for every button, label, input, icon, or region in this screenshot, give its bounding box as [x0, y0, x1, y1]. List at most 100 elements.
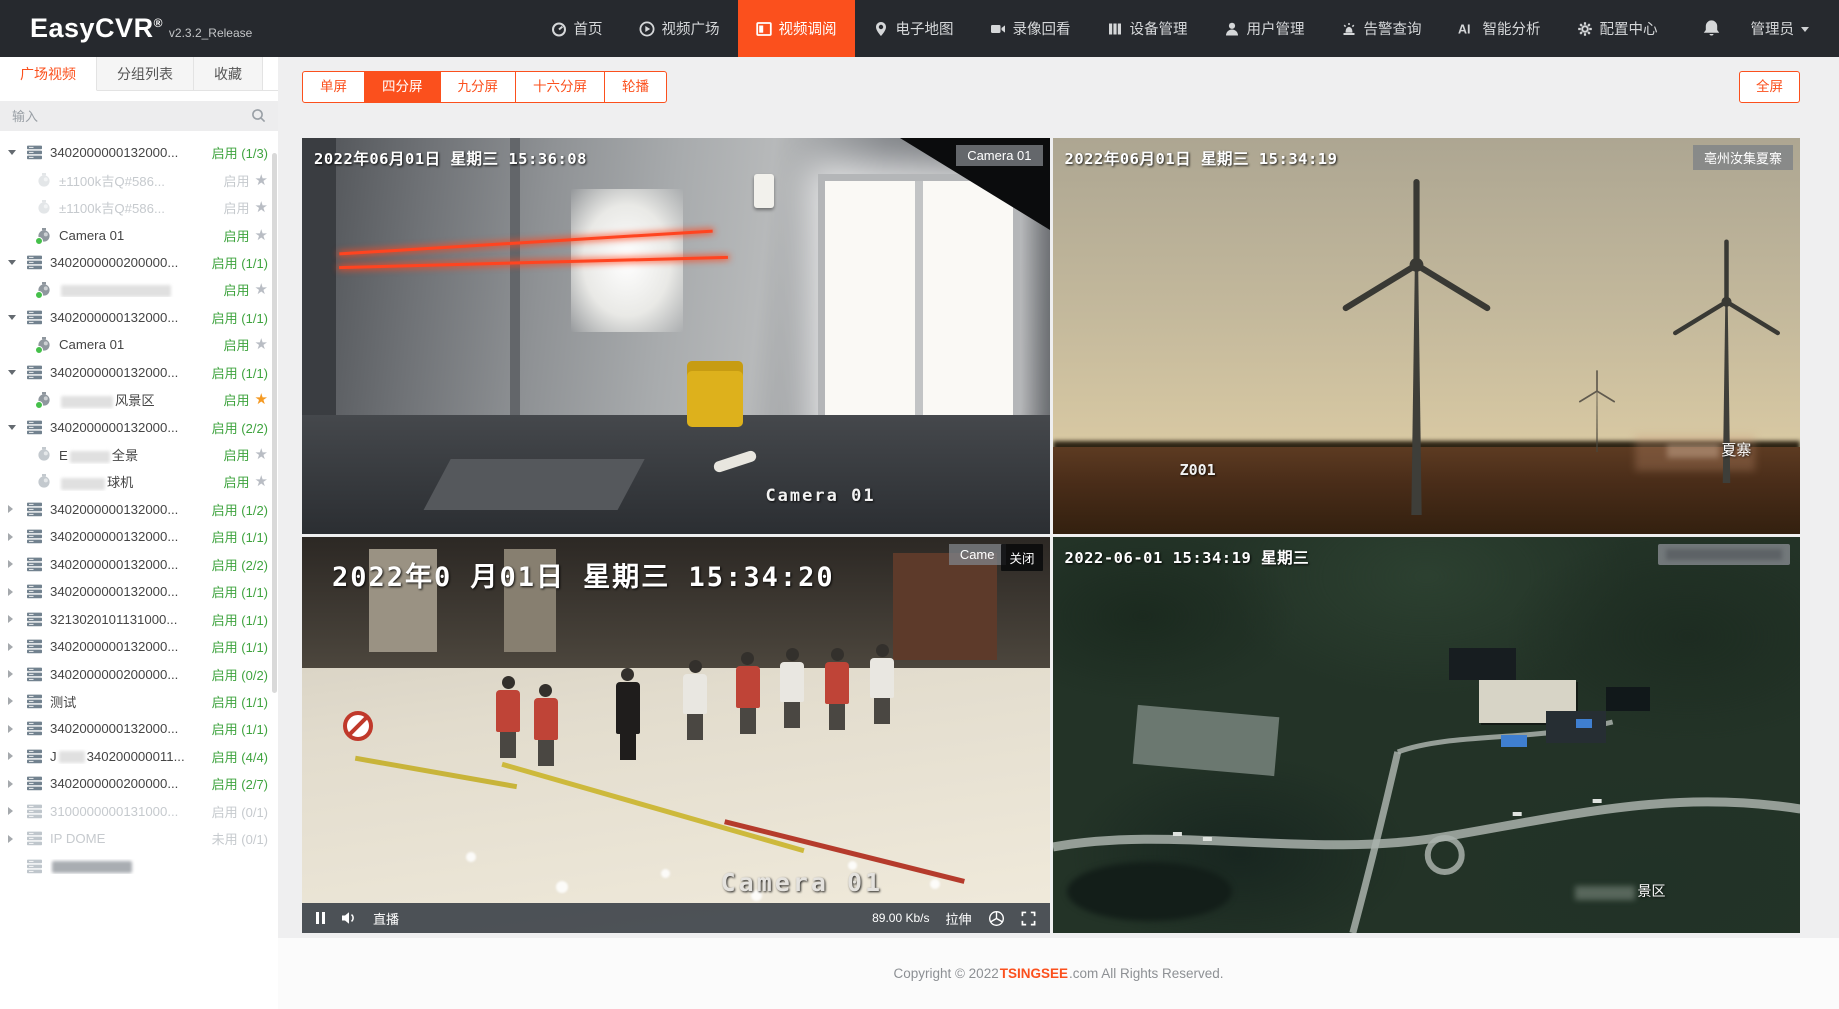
nav-item-playback[interactable]: 录像回看 [972, 0, 1089, 57]
expand-arrow-icon[interactable] [8, 697, 26, 705]
favorite-star-icon[interactable]: ★ [255, 474, 268, 489]
tree-camera-row[interactable]: 风景区启用★ [0, 386, 278, 413]
collapse-arrow-icon[interactable] [8, 150, 26, 155]
snapshot-icon[interactable] [988, 910, 1005, 927]
tree-camera-row[interactable]: Camera 01启用★ [0, 221, 278, 248]
expand-arrow-icon[interactable] [8, 752, 26, 760]
nav-item-ai[interactable]: AI智能分析 [1440, 0, 1559, 57]
tree-device-row[interactable]: 3402000000132000...启用 (1/3) [0, 139, 278, 166]
expand-arrow-icon[interactable] [8, 725, 26, 733]
favorite-star-icon[interactable]: ★ [255, 282, 268, 297]
collapse-arrow-icon[interactable] [8, 370, 26, 375]
sidebar-scrollbar[interactable] [272, 153, 277, 693]
collapse-arrow-icon[interactable] [8, 260, 26, 265]
video-cell-2[interactable]: 2022年06月01日 星期三 15:34:19 亳州汝集夏寨 Z001 夏寨 [1053, 138, 1801, 534]
expand-arrow-icon[interactable] [8, 780, 26, 788]
tree-camera-row[interactable]: 启用★ [0, 276, 278, 303]
video-cell-1[interactable]: 2022年06月01日 星期三 15:36:08 Camera 01 Camer… [302, 138, 1050, 534]
nav-item-alarm[interactable]: 告警查询 [1323, 0, 1440, 57]
tree-device-row[interactable]: 3402000000132000...启用 (1/1) [0, 359, 278, 386]
enable-status: 启用 (2/2) [212, 418, 268, 437]
expand-arrow-icon[interactable] [8, 807, 26, 815]
scene-decoration [423, 459, 645, 510]
expand-arrow-icon[interactable] [8, 643, 26, 651]
tree-device-row[interactable]: 3402000000200000...启用 (2/7) [0, 770, 278, 797]
stretch-button[interactable]: 拉伸 [945, 909, 971, 928]
tree-camera-row[interactable]: 球机启用★ [0, 468, 278, 495]
close-stream-button[interactable]: 关闭 [1001, 544, 1042, 571]
tree-device-row[interactable]: 测试启用 (1/1) [0, 688, 278, 715]
search-icon[interactable] [251, 108, 266, 128]
expand-arrow-icon[interactable] [8, 835, 26, 843]
expand-arrow-icon[interactable] [8, 560, 26, 568]
redacted-watermark [1575, 886, 1635, 900]
expand-arrow-icon[interactable] [8, 670, 26, 678]
nav-item-monitor[interactable]: 视频调阅 [738, 0, 855, 57]
layout-button-2[interactable]: 九分屏 [440, 71, 517, 103]
nav-item-play[interactable]: 视频广场 [621, 0, 738, 57]
collapse-arrow-icon[interactable] [8, 315, 26, 320]
cell-fullscreen-icon[interactable] [1021, 911, 1036, 926]
tree-camera-row[interactable]: Camera 01启用★ [0, 331, 278, 358]
tree-camera-row[interactable]: ±1100k吉Q#586...启用★ [0, 166, 278, 193]
nav-item-pin[interactable]: 电子地图 [855, 0, 972, 57]
expand-arrow-icon[interactable] [8, 505, 26, 513]
tree-device-row[interactable]: 3402000000132000...启用 (1/2) [0, 496, 278, 523]
favorite-star-icon[interactable]: ★ [255, 392, 268, 407]
expand-arrow-icon[interactable] [8, 588, 26, 596]
user-menu[interactable]: 管理员 [1751, 18, 1839, 39]
tree-device-row[interactable]: 3402000000132000...启用 (1/1) [0, 715, 278, 742]
layout-button-1[interactable]: 四分屏 [364, 71, 441, 103]
nvr-device-icon [26, 420, 43, 435]
device-tree: 3402000000132000...启用 (1/3)±1100k吉Q#586.… [0, 139, 278, 880]
redacted-watermark [1667, 444, 1719, 458]
tree-device-row[interactable]: 3402000000132000...启用 (2/2) [0, 551, 278, 578]
tree-camera-row[interactable]: ±1100k吉Q#586...启用★ [0, 194, 278, 221]
search-input[interactable] [0, 101, 278, 131]
expand-arrow-icon[interactable] [8, 533, 26, 541]
layout-button-4[interactable]: 轮播 [604, 71, 667, 103]
tree-device-row[interactable]: 3402000000132000...启用 (1/1) [0, 578, 278, 605]
watermark: 景区 [1575, 881, 1665, 901]
nav-item-label: 视频调阅 [779, 18, 837, 39]
tree-device-row[interactable]: J340200000011...启用 (4/4) [0, 743, 278, 770]
pin-icon [873, 21, 889, 37]
collapse-arrow-icon[interactable] [8, 425, 26, 430]
tree-device-row[interactable]: 3402000000132000...启用 (1/1) [0, 633, 278, 660]
layout-button-0[interactable]: 单屏 [302, 71, 365, 103]
tree-device-row[interactable]: 3213020101131000...启用 (1/1) [0, 605, 278, 632]
video-cell-3[interactable]: 2022年0 月01日 星期三 15:34:20 Came 关闭 Camera … [302, 537, 1050, 933]
sidebar-tab-2[interactable]: 收藏 [194, 57, 263, 91]
tree-device-row[interactable]: 3402000000200000...启用 (0/2) [0, 660, 278, 687]
tree-device-row[interactable]: IP DOME未用 (0/1) [0, 825, 278, 852]
tree-camera-row[interactable]: E全景启用★ [0, 441, 278, 468]
tree-device-row[interactable] [0, 852, 278, 879]
favorite-star-icon[interactable]: ★ [255, 173, 268, 188]
pause-button[interactable] [316, 912, 325, 924]
tree-device-row[interactable]: 3402000000200000...启用 (1/1) [0, 249, 278, 276]
fullscreen-button[interactable]: 全屏 [1739, 71, 1800, 103]
nav-item-label: 视频广场 [662, 18, 720, 39]
tree-device-row[interactable]: 3100000000131000...启用 (0/1) [0, 798, 278, 825]
nav-item-device[interactable]: 设备管理 [1089, 0, 1206, 57]
tree-device-row[interactable]: 3402000000132000...启用 (2/2) [0, 413, 278, 440]
favorite-star-icon[interactable]: ★ [255, 228, 268, 243]
video-cell-4[interactable]: 2022-06-01 15:34:19 星期三 景区 [1053, 537, 1801, 933]
person-figure [496, 676, 520, 758]
tree-node-name [59, 282, 224, 297]
sidebar-tab-1[interactable]: 分组列表 [97, 57, 194, 91]
notification-bell-icon[interactable] [1676, 19, 1751, 38]
nav-item-gear[interactable]: 配置中心 [1559, 0, 1676, 57]
tree-device-row[interactable]: 3402000000132000...启用 (1/1) [0, 304, 278, 331]
expand-arrow-icon[interactable] [8, 615, 26, 623]
nav-item-user[interactable]: 用户管理 [1206, 0, 1323, 57]
layout-button-3[interactable]: 十六分屏 [515, 71, 605, 103]
favorite-star-icon[interactable]: ★ [255, 200, 268, 215]
sidebar-tab-0[interactable]: 广场视频 [0, 57, 97, 91]
favorite-star-icon[interactable]: ★ [255, 337, 268, 352]
tree-device-row[interactable]: 3402000000132000...启用 (1/1) [0, 523, 278, 550]
volume-icon[interactable] [341, 911, 357, 925]
favorite-star-icon[interactable]: ★ [255, 447, 268, 462]
nav-item-home[interactable]: 首页 [533, 0, 621, 57]
tree-node-name: 3402000000132000... [50, 557, 212, 572]
